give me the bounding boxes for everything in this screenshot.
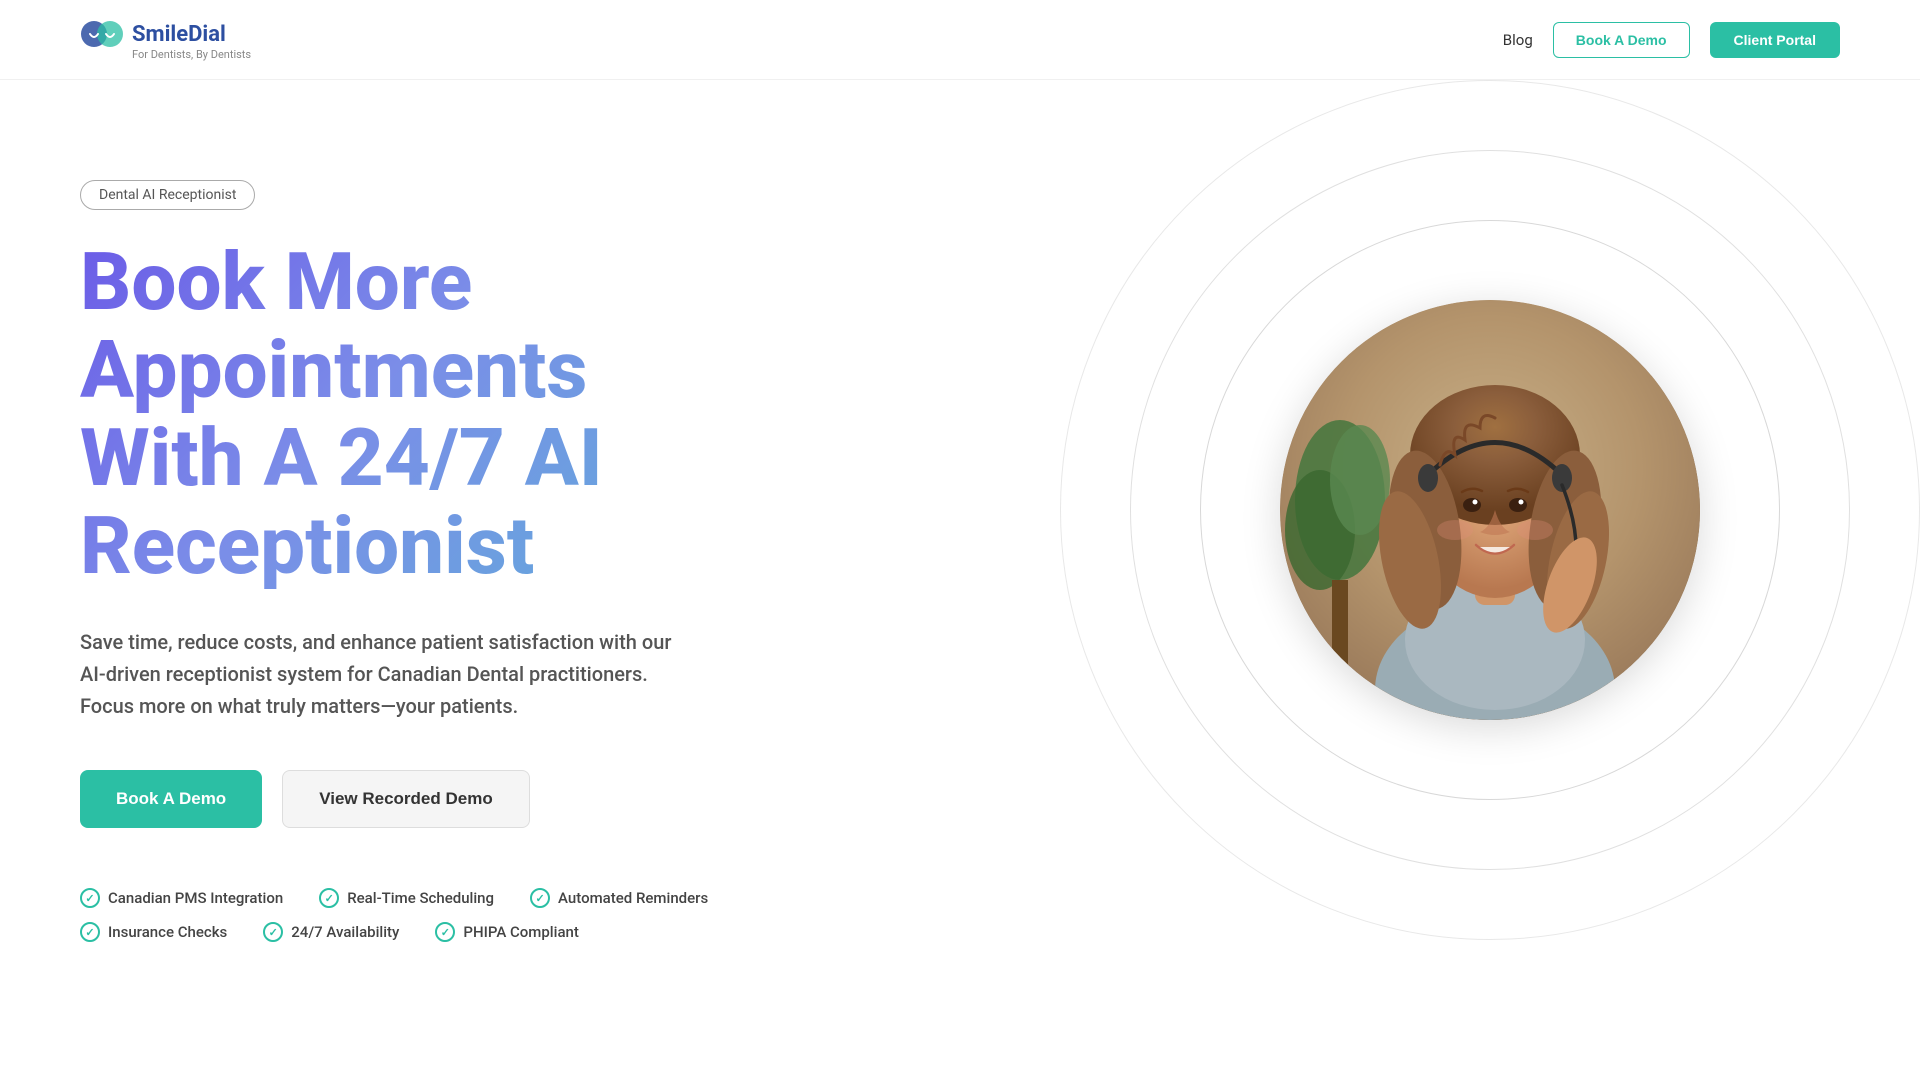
features-list: Canadian PMS Integration Real-Time Sched…: [80, 888, 840, 942]
feature-item-scheduling: Real-Time Scheduling: [319, 888, 494, 908]
hero-content: Dental AI Receptionist Book More Appoint…: [80, 140, 840, 1085]
hero-image-area: [840, 140, 1840, 1085]
decorative-circles: [1040, 80, 1920, 960]
nav-right: Blog Book A Demo Client Portal: [1503, 22, 1840, 58]
logo-area: SmileDial For Dentists, By Dentists: [80, 18, 251, 61]
check-icon-insurance: [80, 922, 100, 942]
nav-book-demo-button[interactable]: Book A Demo: [1553, 22, 1690, 58]
navigation: SmileDial For Dentists, By Dentists Blog…: [0, 0, 1920, 80]
hero-book-demo-button[interactable]: Book A Demo: [80, 770, 262, 828]
feature-label-insurance: Insurance Checks: [108, 923, 227, 941]
feature-item-availability: 24/7 Availability: [263, 922, 399, 942]
feature-item-insurance: Insurance Checks: [80, 922, 227, 942]
nav-blog-link[interactable]: Blog: [1503, 31, 1533, 49]
check-icon-phipa: [435, 922, 455, 942]
feature-label-scheduling: Real-Time Scheduling: [347, 889, 494, 907]
receptionist-image: [1280, 300, 1700, 720]
hero-subtitle: Save time, reduce costs, and enhance pat…: [80, 626, 700, 722]
check-icon-pms: [80, 888, 100, 908]
check-icon-scheduling: [319, 888, 339, 908]
features-row-1: Canadian PMS Integration Real-Time Sched…: [80, 888, 840, 908]
hero-view-demo-button[interactable]: View Recorded Demo: [282, 770, 530, 828]
feature-item-phipa: PHIPA Compliant: [435, 922, 578, 942]
receptionist-illustration: [1280, 300, 1700, 720]
feature-label-reminders: Automated Reminders: [558, 889, 708, 907]
hero-title-line1: Book More Appointments: [80, 235, 587, 417]
feature-label-pms: Canadian PMS Integration: [108, 889, 283, 907]
features-row-2: Insurance Checks 24/7 Availability PHIPA…: [80, 922, 840, 942]
feature-item-reminders: Automated Reminders: [530, 888, 708, 908]
check-icon-reminders: [530, 888, 550, 908]
hero-buttons: Book A Demo View Recorded Demo: [80, 770, 840, 828]
hero-title: Book More Appointments With A 24/7 AI Re…: [80, 238, 840, 590]
feature-label-availability: 24/7 Availability: [291, 923, 399, 941]
feature-label-phipa: PHIPA Compliant: [463, 923, 578, 941]
brand-tagline: For Dentists, By Dentists: [132, 48, 251, 61]
hero-section: Dental AI Receptionist Book More Appoint…: [0, 80, 1920, 1085]
nav-client-portal-button[interactable]: Client Portal: [1710, 22, 1840, 58]
hero-badge: Dental AI Receptionist: [80, 180, 255, 210]
check-icon-availability: [263, 922, 283, 942]
feature-item-pms: Canadian PMS Integration: [80, 888, 283, 908]
brand-name: SmileDial: [132, 22, 226, 47]
logo-icon: [80, 18, 124, 50]
hero-title-line2: With A 24/7 AI Receptionist: [80, 411, 603, 593]
